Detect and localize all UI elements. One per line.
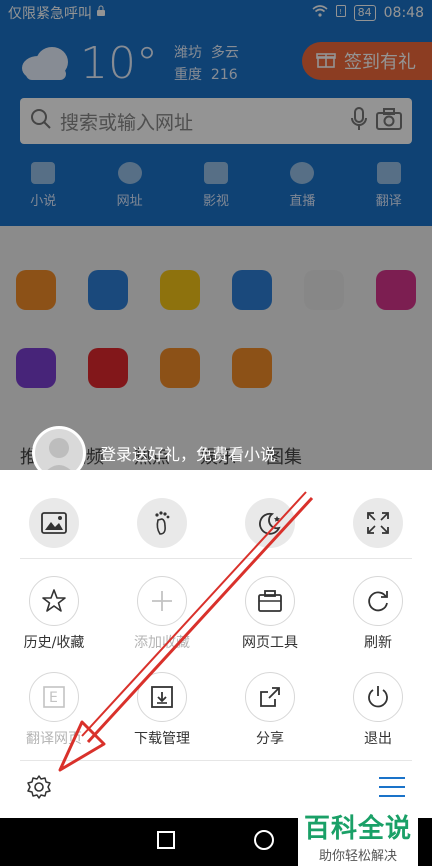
translate-page-icon: E	[29, 672, 79, 722]
refresh-icon	[353, 576, 403, 626]
menu-row: 历史/收藏 添加收藏 网页工具 刷新	[0, 576, 432, 652]
menu-item-label: 分享	[256, 731, 284, 747]
download-icon	[137, 672, 187, 722]
watermark-main: 百科全说	[303, 814, 412, 844]
watermark-sub: 助你轻松解决	[318, 849, 397, 864]
footprint-icon	[137, 498, 187, 548]
exit-button[interactable]: 退出	[333, 672, 423, 748]
menu-lines-icon[interactable]	[378, 776, 406, 802]
plus-icon	[137, 576, 187, 626]
image-mode-icon	[29, 498, 79, 548]
home-icon[interactable]	[253, 829, 275, 855]
toolbox-icon	[245, 576, 295, 626]
night-mode-icon	[245, 498, 295, 548]
menu-item-label: 下载管理	[134, 731, 190, 747]
svg-text:E: E	[49, 690, 58, 706]
power-icon	[353, 672, 403, 722]
translate-page-button[interactable]: E 翻译网页	[9, 672, 99, 748]
recents-icon[interactable]	[157, 831, 175, 853]
fullscreen-toggle[interactable]	[333, 498, 423, 548]
history-bookmarks-button[interactable]: 历史/收藏	[9, 576, 99, 652]
fullscreen-icon	[353, 498, 403, 548]
login-promo-text: 登录送好礼，免费看小说	[100, 445, 277, 464]
refresh-button[interactable]: 刷新	[333, 576, 423, 652]
web-tools-button[interactable]: 网页工具	[225, 576, 315, 652]
star-icon	[29, 576, 79, 626]
menu-item-label: 翻译网页	[26, 731, 82, 747]
dim-overlay[interactable]	[0, 0, 432, 470]
incognito-toggle[interactable]	[117, 498, 207, 548]
menu-item-label: 添加收藏	[134, 635, 190, 651]
share-icon	[245, 672, 295, 722]
gear-icon[interactable]	[26, 774, 52, 804]
menu-toggle-row	[0, 498, 432, 548]
share-button[interactable]: 分享	[225, 672, 315, 748]
menu-item-label: 网页工具	[242, 635, 298, 651]
download-manager-button[interactable]: 下载管理	[117, 672, 207, 748]
menu-divider	[20, 558, 412, 559]
menu-item-label: 刷新	[364, 635, 392, 651]
add-bookmark-button[interactable]: 添加收藏	[117, 576, 207, 652]
no-image-mode-toggle[interactable]	[9, 498, 99, 548]
menu-item-label: 退出	[364, 731, 392, 747]
menu-row: E 翻译网页 下载管理 分享 退出	[0, 672, 432, 748]
menu-item-label: 历史/收藏	[23, 635, 85, 651]
night-mode-toggle[interactable]	[225, 498, 315, 548]
watermark-logo: 百科全说 助你轻松解决	[297, 806, 418, 866]
